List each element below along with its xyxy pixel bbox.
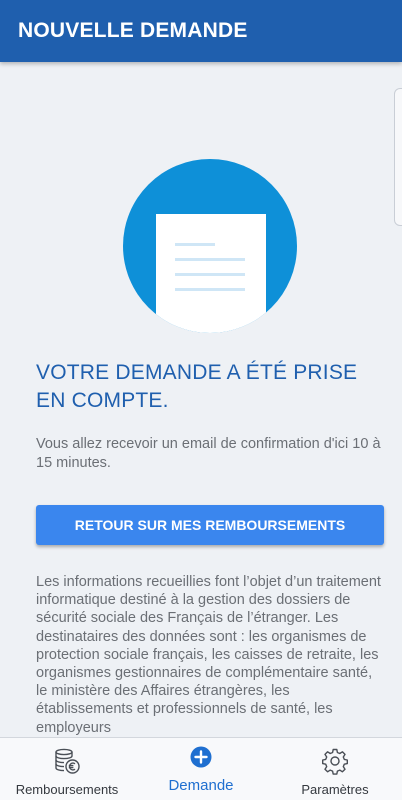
confirmation-message: Vous allez recevoir un email de confirma… (36, 436, 381, 471)
gear-icon (322, 748, 348, 775)
nav-label-demande: Demande (168, 777, 234, 794)
page-title: NOUVELLE DEMANDE (18, 19, 248, 42)
nav-label-parametres: Paramètres (301, 782, 369, 797)
document-icon (156, 214, 266, 333)
nav-item-parametres[interactable]: Paramètres (268, 738, 402, 800)
bottom-navigation: Remboursements Demande Paramètres (0, 737, 402, 800)
add-circle-icon (190, 746, 212, 768)
coins-euro-icon (55, 748, 80, 774)
nav-label-remboursements: Remboursements (15, 782, 119, 797)
nav-item-demande[interactable]: Demande (134, 738, 268, 800)
nav-item-remboursements[interactable]: Remboursements (0, 738, 134, 800)
return-to-reimbursements-button[interactable]: RETOUR SUR MES REMBOURSEMENTS (36, 505, 384, 545)
legal-notice: Les informations recueillies font l’obje… (36, 574, 381, 736)
main-content[interactable]: VOTRE DEMANDE A ÉTÉ PRISE EN COMPTE. Vou… (0, 62, 402, 737)
app-bar: NOUVELLE DEMANDE (0, 0, 402, 62)
confirmation-illustration (123, 159, 297, 333)
scroll-indicator[interactable] (394, 88, 402, 226)
app-screen: NOUVELLE DEMANDE VOTRE DEMANDE A ÉTÉ PRI… (0, 0, 402, 800)
confirmation-title: VOTRE DEMANDE A ÉTÉ PRISE EN COMPTE. (36, 361, 358, 412)
